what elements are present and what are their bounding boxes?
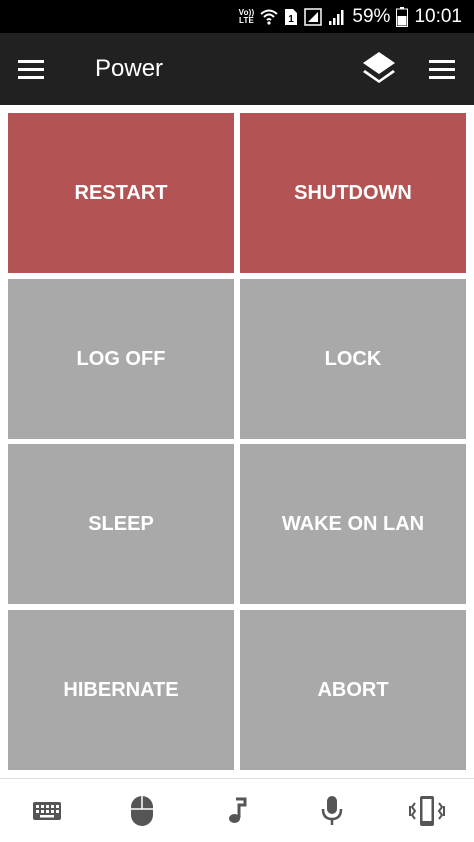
bottom-nav: [0, 778, 474, 842]
music-note-icon[interactable]: [207, 786, 267, 836]
overflow-menu-icon[interactable]: [422, 51, 462, 87]
hamburger-menu-icon[interactable]: [12, 51, 52, 87]
lock-button[interactable]: LOCK: [240, 279, 466, 439]
keyboard-icon[interactable]: [17, 786, 77, 836]
shutdown-button[interactable]: SHUTDOWN: [240, 113, 466, 273]
wake-on-lan-button[interactable]: WAKE ON LAN: [240, 444, 466, 604]
power-actions-grid: RESTART SHUTDOWN LOG OFF LOCK SLEEP WAKE…: [0, 105, 474, 778]
restart-button[interactable]: RESTART: [8, 113, 234, 273]
abort-button[interactable]: ABORT: [240, 610, 466, 770]
status-bar: Vo)) LTE 1 59% 10:01: [0, 0, 474, 33]
wifi-icon: [260, 8, 279, 26]
sim-icon: 1: [284, 8, 298, 26]
clock: 10:01: [414, 5, 462, 27]
svg-text:1: 1: [289, 14, 295, 25]
hibernate-button[interactable]: HIBERNATE: [8, 610, 234, 770]
battery-icon: [396, 6, 409, 27]
signal-icon: [328, 8, 346, 26]
log-off-button[interactable]: LOG OFF: [8, 279, 234, 439]
sleep-button[interactable]: SLEEP: [8, 444, 234, 604]
volte-icon: Vo)) LTE: [238, 7, 255, 25]
microphone-icon[interactable]: [302, 786, 362, 836]
phone-vibrate-icon[interactable]: [397, 786, 457, 836]
signal-icon: [304, 7, 323, 26]
page-title: Power: [95, 55, 164, 82]
status-icons: Vo)) LTE 1 59% 10:01: [239, 0, 462, 33]
layers-icon[interactable]: [358, 47, 400, 89]
battery-percent: 59%: [352, 5, 391, 27]
mouse-icon[interactable]: [112, 786, 172, 836]
app-bar: Power: [0, 33, 474, 105]
